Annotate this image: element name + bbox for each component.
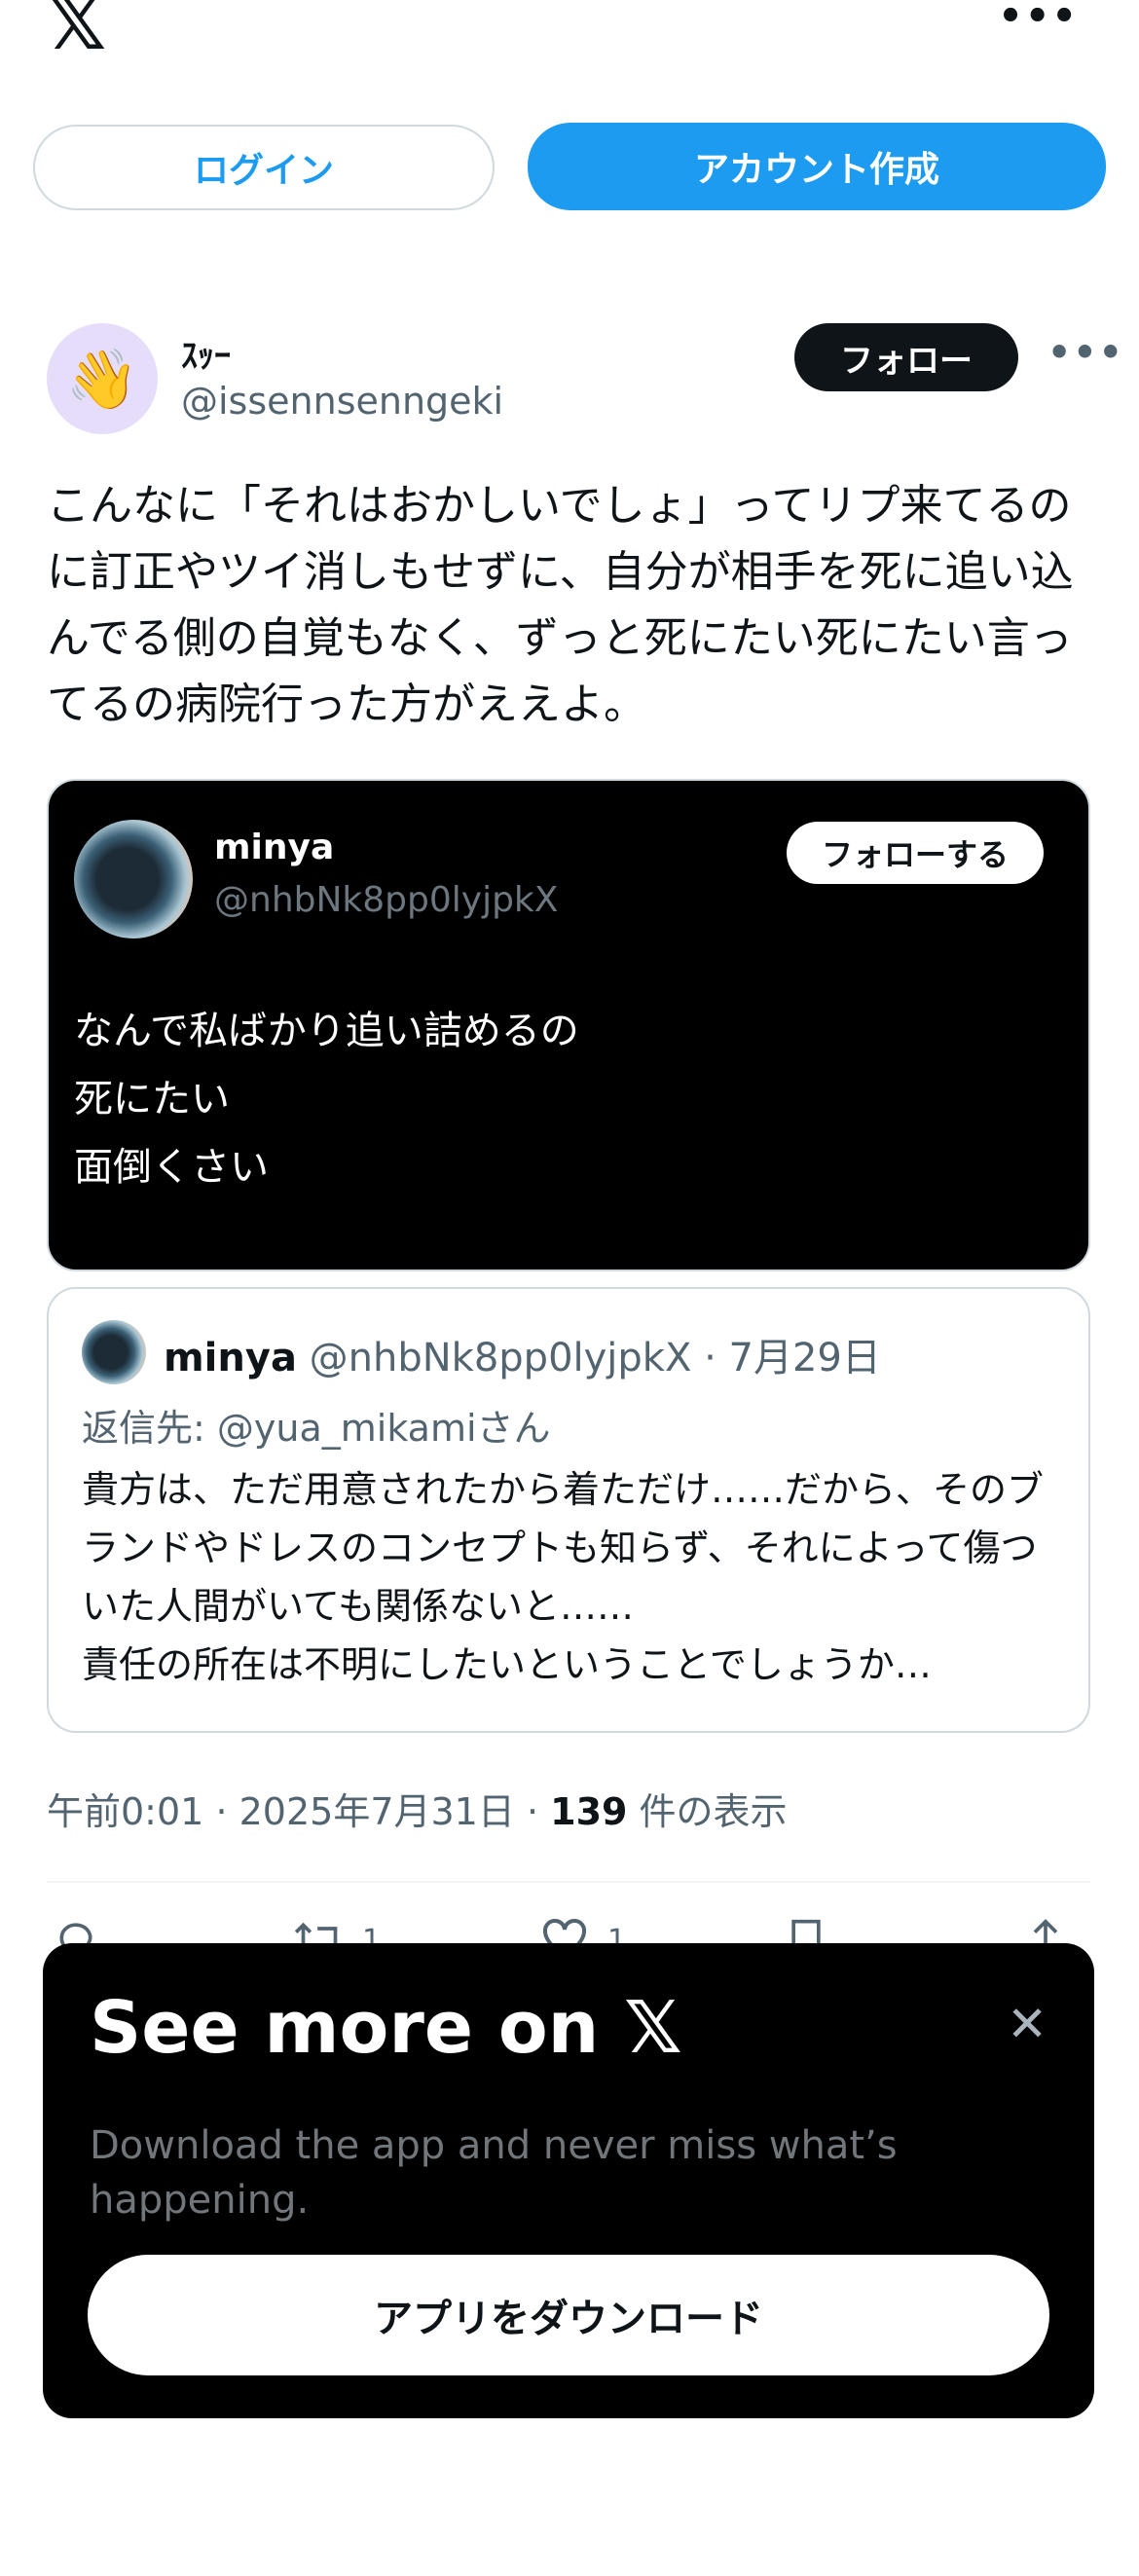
meta-separator: · (215, 1790, 239, 1833)
author-handle[interactable]: @issennsenngeki (181, 380, 503, 423)
author-name[interactable]: ｽｯｰ (181, 329, 231, 377)
view-label: 件の表示 (639, 1790, 788, 1833)
login-button[interactable]: ログイン (33, 125, 495, 210)
card-author-handle: @nhbNk8pp0lyjpkX (214, 880, 559, 920)
sheet-title: See more on 𝕏 (90, 1986, 682, 2070)
quote-reply-to: 返信先: @yua_mikamiさん (82, 1407, 551, 1450)
tweet-time[interactable]: 午前0:01 (47, 1790, 203, 1833)
app-promo-sheet: See more on 𝕏 ✕ Download the app and nev… (43, 1943, 1094, 2418)
card-follow-button: フォローする (787, 822, 1044, 884)
quote-avatar (82, 1320, 146, 1384)
tweet-more-icon[interactable]: ••• (1047, 331, 1124, 374)
more-icon[interactable]: ••• (998, 0, 1079, 39)
quote-author-name: minya (164, 1336, 297, 1380)
create-account-button[interactable]: アカウント作成 (528, 123, 1106, 210)
divider (47, 1881, 1090, 1883)
x-logo[interactable]: 𝕏 (47, 0, 106, 60)
close-icon[interactable]: ✕ (1007, 1996, 1047, 2052)
quote-separator: · (704, 1336, 729, 1380)
card-author-name: minya (214, 828, 335, 867)
quote-text: 貴方は、ただ用意されたから着ただけ……だから、そのブランドやドレスのコンセプトも… (82, 1468, 1045, 1686)
view-count: 139 (550, 1790, 628, 1833)
quote-header: minya @nhbNk8pp0lyjpkX · 7月29日 (164, 1326, 881, 1382)
download-app-button[interactable]: アプリをダウンロード (88, 2255, 1049, 2375)
sheet-description: Download the app and never miss what’s h… (90, 2123, 898, 2223)
attached-image[interactable]: minya @nhbNk8pp0lyjpkX フォローする なんで私ばかり追い詰… (47, 779, 1090, 1271)
tweet-text: こんなに「それはおかしいでしょ」ってリプ来てるのに訂正やツイ消しもせずに、自分が… (47, 481, 1074, 729)
author-avatar[interactable]: 👋 (47, 323, 158, 434)
quoted-tweet[interactable]: minya @nhbNk8pp0lyjpkX · 7月29日 返信先: @yua… (47, 1287, 1090, 1733)
card-text: なんで私ばかり追い詰めるの 死にたい 面倒くさい (74, 1009, 579, 1190)
quote-date: 7月29日 (728, 1336, 881, 1380)
tweet-date[interactable]: 2025年7月31日 (239, 1790, 515, 1833)
tweet-meta: 午前0:01 · 2025年7月31日 · 139 件の表示 (47, 1782, 788, 1835)
meta-separator: · (526, 1790, 551, 1833)
follow-button[interactable]: フォロー (794, 323, 1018, 391)
quote-author-handle: @nhbNk8pp0lyjpkX (309, 1336, 692, 1380)
card-avatar (74, 820, 193, 938)
